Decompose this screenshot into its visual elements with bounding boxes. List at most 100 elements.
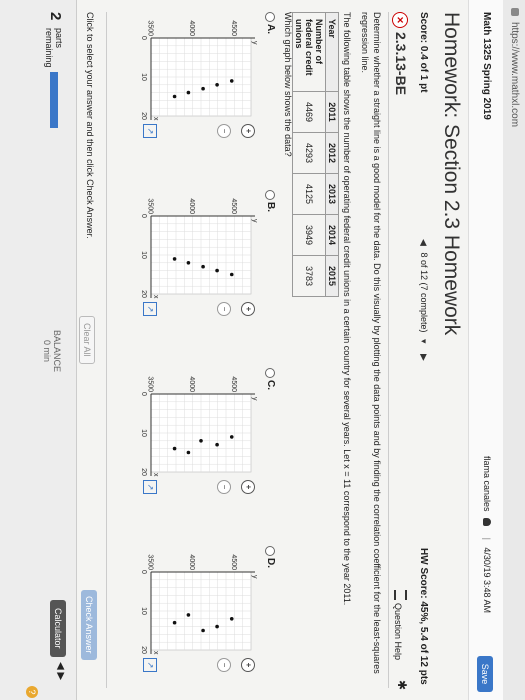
- option-label: D.: [265, 558, 276, 568]
- zoom-in-icon[interactable]: +: [241, 302, 255, 316]
- question-navigator[interactable]: ◀ 8 of 12 (7 complete) ▾ ▶: [418, 235, 429, 365]
- zoom-out-icon[interactable]: −: [217, 658, 231, 672]
- x-tick-label: 0: [140, 214, 147, 218]
- expand-icon[interactable]: ↗: [143, 302, 157, 316]
- table-cell: 3949: [292, 214, 326, 256]
- data-point: [172, 94, 177, 99]
- data-point: [186, 613, 191, 617]
- y-tick-label: 4500: [230, 376, 237, 392]
- dropdown-icon[interactable]: ▾: [418, 339, 429, 344]
- zoom-in-icon[interactable]: +: [241, 480, 255, 494]
- partial-credit-icon: ✕: [392, 12, 408, 28]
- data-point: [201, 628, 205, 633]
- option-a[interactable]: A. y x 4500 4000 3500 0 10 20 + − ↗: [115, 12, 276, 152]
- x-tick-label: 10: [140, 607, 147, 615]
- x-tick-label: 20: [140, 468, 147, 476]
- user-icon: [483, 518, 491, 527]
- option-label: B.: [265, 202, 276, 212]
- data-point: [172, 257, 177, 261]
- data-point: [172, 620, 177, 625]
- instruction: Determine whether a straight line is a g…: [360, 12, 382, 674]
- data-point: [229, 617, 234, 621]
- prev-page-icon[interactable]: ◀: [55, 662, 66, 670]
- y-tick-label: 4000: [188, 554, 195, 570]
- expand-icon[interactable]: ↗: [143, 658, 157, 672]
- y-tick-label: 3500: [147, 376, 154, 392]
- y-tick-label: 4500: [230, 198, 237, 214]
- data-point: [186, 90, 191, 95]
- data-point: [186, 450, 191, 455]
- help-icon[interactable]: ?: [26, 686, 38, 698]
- data-point: [229, 79, 234, 83]
- option-label: A.: [265, 24, 276, 34]
- save-button[interactable]: Save: [477, 656, 493, 692]
- zoom-in-icon[interactable]: +: [241, 658, 255, 672]
- table-cell: 4125: [292, 173, 326, 215]
- x-tick-label: 20: [140, 646, 147, 654]
- browser-url-bar[interactable]: https://www.mathxl.com: [502, 0, 525, 700]
- next-page-icon[interactable]: ▶: [55, 672, 66, 680]
- y-tick-label: 4000: [188, 198, 195, 214]
- divider: [106, 12, 107, 688]
- table-row: Year 2011 2012 2013 2014 2015: [325, 12, 339, 297]
- radio-button[interactable]: [265, 12, 275, 22]
- menu-icon: [394, 590, 407, 600]
- table-cell: 2013: [325, 173, 339, 215]
- prev-question-icon[interactable]: ◀: [418, 239, 429, 246]
- calculator-button[interactable]: Calculator: [50, 600, 66, 657]
- check-answer-button[interactable]: Check Answer: [81, 590, 97, 660]
- instruction-message: Click to select your answer and then cli…: [85, 12, 95, 239]
- table-cell: 2011: [325, 91, 339, 133]
- data-table: Year 2011 2012 2013 2014 2015 Number of …: [292, 12, 339, 297]
- next-question-icon[interactable]: ▶: [418, 354, 429, 361]
- parts-word: parts: [54, 28, 64, 49]
- y-tick-label: 4500: [230, 20, 237, 36]
- lock-icon: [511, 8, 519, 16]
- course-name: Math 1325 Spring 2019: [481, 12, 492, 120]
- x-tick-label: 20: [140, 290, 147, 298]
- option-c[interactable]: C. y x 4500 4000 3500 0 10 20 + − ↗: [115, 368, 276, 508]
- balance-value: 0 min: [42, 340, 52, 363]
- expand-icon[interactable]: ↗: [143, 480, 157, 494]
- table-cell: 4293: [292, 132, 326, 174]
- data-point: [215, 442, 219, 447]
- table-cell: 3783: [292, 255, 326, 297]
- option-d[interactable]: D. y x 4500 4000 3500 0 10 20 + − ↗: [115, 546, 276, 686]
- x-axis-label: x: [152, 473, 159, 477]
- question-id-text: 2.3.13-BE: [393, 32, 409, 96]
- scatter-plot: y x 4500 4000 35000 10 20: [140, 554, 258, 655]
- y-axis-label: y: [251, 397, 258, 401]
- table-cell: 2014: [325, 214, 339, 256]
- question-progress[interactable]: 8 of 12 (7 complete): [419, 252, 429, 332]
- data-point: [201, 264, 205, 269]
- scatter-plot: y x 4500 4000 35000 10 20: [140, 20, 258, 121]
- x-tick-label: 0: [140, 570, 147, 574]
- parts-progress-bar: [50, 72, 58, 128]
- scatter-plot: y x 4500 4000 35000 10 20: [140, 376, 258, 477]
- radio-button[interactable]: [265, 190, 275, 200]
- radio-button[interactable]: [265, 546, 275, 556]
- user-info: flama canales | 4/30/19 3:48 AM: [482, 456, 492, 613]
- question-help-button[interactable]: Question Help: [393, 590, 407, 660]
- y-tick-label: 3500: [147, 554, 154, 570]
- gear-icon[interactable]: ✱: [395, 680, 409, 690]
- parts-count: 2: [47, 12, 64, 21]
- zoom-out-icon[interactable]: −: [217, 302, 231, 316]
- user-name: flama canales: [482, 456, 492, 512]
- zoom-out-icon[interactable]: −: [217, 124, 231, 138]
- header-separator: |: [482, 537, 492, 540]
- data-point: [215, 268, 219, 273]
- radio-button[interactable]: [265, 368, 275, 378]
- zoom-in-icon[interactable]: +: [241, 124, 255, 138]
- expand-icon[interactable]: ↗: [143, 124, 157, 138]
- zoom-out-icon[interactable]: −: [217, 480, 231, 494]
- url-text: https://www.mathxl.com: [509, 22, 520, 128]
- pager[interactable]: ◀ ▶: [55, 662, 66, 680]
- divider: [388, 12, 389, 688]
- table-cell: 4469: [292, 91, 326, 133]
- scatter-plot: y x 4500 4000 35000 10 20: [140, 198, 258, 299]
- clear-all-button[interactable]: Clear All: [79, 316, 95, 364]
- course-header: Math 1325 Spring 2019 flama canales | 4/…: [468, 0, 503, 700]
- x-tick-label: 10: [140, 73, 147, 81]
- option-b[interactable]: B. y x 4500 4000 3500 0 10 20 + − ↗: [115, 190, 276, 330]
